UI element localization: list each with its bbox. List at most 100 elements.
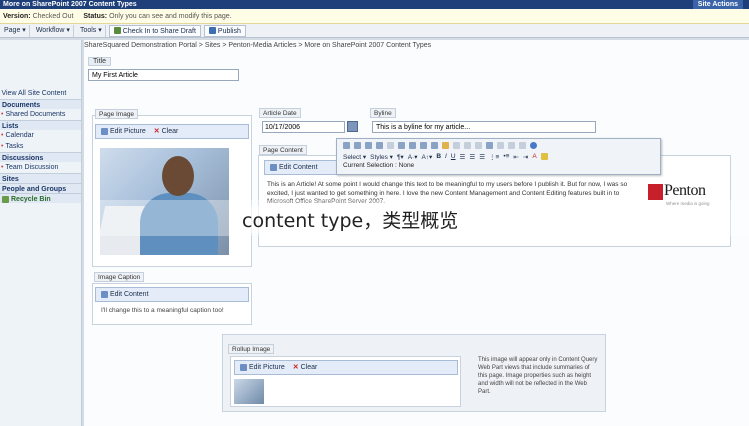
rollup-edit-picture-button[interactable]: Edit Picture [240,363,285,371]
rollup-image-container: Edit Picture ✕ Clear [230,356,461,407]
nav-heading-documents[interactable]: Documents [0,99,81,109]
align-center-icon[interactable]: ☰ [469,153,475,161]
rte-row-1 [337,140,660,151]
article-date-input[interactable]: 10/17/2006 [262,121,345,133]
underline-icon[interactable]: U [451,153,456,160]
nav-item-team-discussion[interactable]: Team Discussion [0,162,81,173]
edit-picture-icon [101,127,108,135]
bold-icon[interactable]: B [436,153,441,160]
nav-heading-discussions[interactable]: Discussions [0,152,81,162]
page-status-bar: Version: Checked Out Status: Only you ca… [0,9,749,24]
redo-icon[interactable] [387,142,394,149]
check-in-button[interactable]: Check In to Share Draft [108,24,201,37]
site-title: More on SharePoint 2007 Content Types [3,1,137,8]
rollup-image-label: Rollup Image [228,344,275,354]
page-image-toolbar: Edit Picture ✕ Clear [95,124,249,139]
clear-icon: ✕ [153,128,160,135]
check-in-icon [113,27,121,35]
nav-heading-sites[interactable]: Sites [0,173,81,183]
insert-table-icon[interactable] [431,142,438,149]
site-actions-menu[interactable]: Site Actions [692,0,743,9]
paragraph-icon[interactable]: ¶▾ [397,153,404,161]
top-title-bar: More on SharePoint 2007 Content Types Si… [0,0,749,9]
italic-icon[interactable]: I [445,153,447,160]
spellcheck-icon[interactable] [486,142,493,149]
photo-person-head [162,156,194,196]
caption-edit-icon [101,290,108,298]
title-field-label: Title [88,57,111,66]
align-left-icon[interactable]: ☰ [460,153,466,161]
page-content-label: Page Content [259,145,307,155]
edit-content-button[interactable]: Edit Content [264,160,344,175]
numbered-list-icon[interactable]: ⋮≡ [489,153,499,161]
nav-item-tasks[interactable]: Tasks [0,141,81,152]
current-selection-status: Current Selection : None [343,162,415,169]
quick-launch: View All Site Content Documents Shared D… [0,40,82,426]
view-all-site-content-link[interactable]: View All Site Content [0,88,81,99]
nav-heading-people-and-groups[interactable]: People and Groups [0,183,81,193]
rollup-clear-icon: ✕ [292,364,299,371]
publish-button[interactable]: Publish [203,24,246,37]
edit-picture-button[interactable]: Edit Picture [101,127,146,135]
image-caption-text[interactable]: I'll change this to a meaningful caption… [101,307,251,316]
image-caption-field: Edit Content [92,283,252,325]
anchor-icon[interactable] [497,142,504,149]
cut-icon[interactable] [343,142,350,149]
image-caption-label: Image Caption [94,272,145,282]
insert-row-icon[interactable] [453,142,460,149]
nav-recycle-bin[interactable]: Recycle Bin [0,193,81,203]
hyperlink-icon[interactable] [398,142,405,149]
copy-icon[interactable] [354,142,361,149]
nav-heading-lists[interactable]: Lists [0,120,81,130]
clear-image-button[interactable]: ✕ Clear [148,128,179,135]
rich-text-editor-toolbar: Select ▾ Styles ▾ ¶▾ A·▾ A↑▾ B I U ☰ ☰ ☰… [336,138,661,175]
indent-icon[interactable]: ⇥ [523,153,528,161]
workflow-menu[interactable]: Workflow ▾ [33,24,74,37]
styles-dropdown[interactable]: Styles ▾ [370,153,393,161]
version-label: Version: [3,13,31,20]
status-label: Status: [83,13,108,20]
rollup-image-note: This image will appear only in Content Q… [478,357,598,395]
table-properties-icon[interactable] [442,142,449,149]
page-menu[interactable]: Page ▾ [1,24,30,37]
outdent-icon[interactable]: ⇤ [513,153,518,161]
caption-edit-content-button[interactable]: Edit Content [95,287,249,302]
highlight-icon[interactable] [540,153,548,160]
align-right-icon[interactable]: ☰ [479,153,485,161]
rollup-clear-button[interactable]: ✕ Clear [287,364,318,371]
editing-toolbar: Page ▾ Workflow ▾ Tools ▾ Check In to Sh… [0,24,749,38]
tools-menu[interactable]: Tools ▾ [77,24,106,37]
select-dropdown[interactable]: Select ▾ [343,153,366,161]
insert-column-icon[interactable] [464,142,471,149]
merge-cells-icon[interactable] [475,142,482,149]
rte-row-2: Select ▾ Styles ▾ ¶▾ A·▾ A↑▾ B I U ☰ ☰ ☰… [337,151,660,162]
paste-icon[interactable] [365,142,372,149]
ltr-icon[interactable] [508,142,515,149]
bullet-list-icon[interactable]: •≡ [503,153,509,160]
font-grow-icon[interactable]: A↑▾ [421,153,432,161]
help-icon[interactable] [530,142,537,149]
article-date-label: Article Date [259,108,301,118]
penton-logo-name: Penton [664,182,706,199]
version-value: Checked Out [32,13,74,20]
font-color-icon[interactable]: A [532,153,536,160]
undo-icon[interactable] [376,142,383,149]
rtl-icon[interactable] [519,142,526,149]
byline-label: Byline [370,108,396,118]
font-size-icon[interactable]: A·▾ [408,153,418,161]
reusable-content-icon[interactable] [409,142,416,149]
byline-input[interactable]: This is a byline for my article... [372,121,596,133]
overlay-caption: content type，类型概览 [238,206,463,233]
publish-icon [208,27,216,35]
nav-item-calendar[interactable]: Calendar [0,130,81,141]
recycle-bin-icon [2,195,9,203]
rollup-image-toolbar: Edit Picture ✕ Clear [234,360,458,375]
insert-image-icon[interactable] [420,142,427,149]
calendar-icon[interactable] [347,121,358,132]
penton-logo-mark [648,184,663,200]
breadcrumb[interactable]: ShareSquared Demonstration Portal > Site… [84,42,431,49]
title-input[interactable]: My First Article [88,69,239,81]
nav-item-shared-documents[interactable]: Shared Documents [0,109,81,120]
rollup-image-thumbnail[interactable] [234,379,264,404]
rollup-edit-picture-icon [240,363,247,371]
